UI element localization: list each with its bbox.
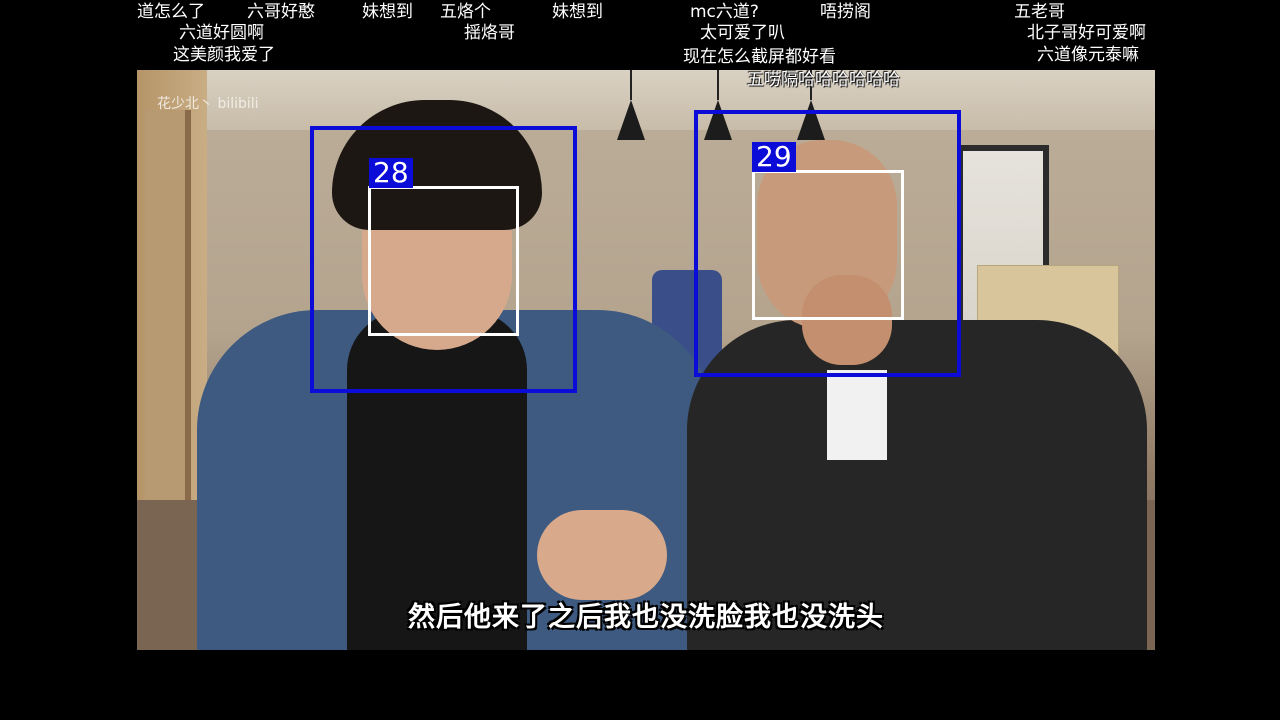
ceiling [137, 70, 1155, 130]
danmaku-comment: 现在怎么截屏都好看 [683, 47, 836, 67]
danmaku-comment: mc六道? [690, 2, 759, 22]
danmaku-comment: 五唠隔哈哈哈哈哈哈 [747, 70, 900, 90]
detection-id-label: 29 [752, 142, 796, 172]
danmaku-comment: 五老哥 [1014, 2, 1065, 22]
danmaku-comment: 北子哥好可爱啊 [1027, 23, 1146, 43]
danmaku-comment: 太可爱了叭 [700, 23, 785, 43]
letterbox-left [0, 0, 137, 720]
danmaku-comment: 这美颜我爱了 [173, 45, 275, 65]
danmaku-comment: 揺烙哥 [464, 23, 515, 43]
danmaku-comment: 妹想到 [552, 2, 603, 22]
uploader-watermark: 花少北丶 bilibili [157, 96, 259, 112]
pendant-lamp [617, 70, 645, 140]
video-subtitle: 然后他来了之后我也没洗脸我也没洗头 [408, 602, 884, 633]
detection-id-label: 28 [369, 158, 413, 188]
danmaku-comment: 六道像元泰嘛 [1037, 45, 1139, 65]
danmaku-comment: 六哥好憨 [247, 2, 315, 22]
danmaku-comment: 五烙个 [440, 2, 491, 22]
face-box-28 [368, 186, 519, 336]
danmaku-comment: 道怎么了 [137, 2, 205, 22]
door [145, 110, 191, 550]
face-box-29 [752, 170, 904, 320]
person-left-hand [537, 510, 667, 600]
video-frame[interactable]: 花少北丶 bilibili 28 29 然后他来了之后我也没洗脸我也没洗头 [137, 70, 1155, 650]
danmaku-comment: 六道好圆啊 [179, 23, 264, 43]
danmaku-comment: 妹想到 [362, 2, 413, 22]
danmaku-comment: 唔捞阁 [820, 2, 871, 22]
letterbox-right [1155, 0, 1280, 720]
person-right-shirt [827, 370, 887, 460]
